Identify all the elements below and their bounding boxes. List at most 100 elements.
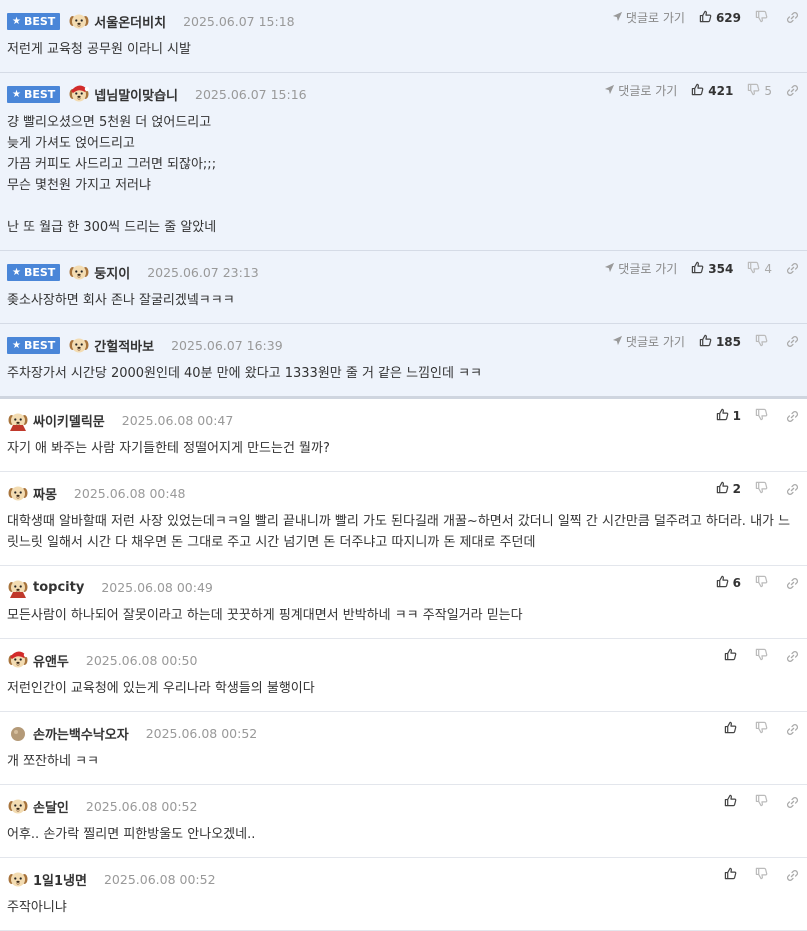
upvote-button[interactable]: 354 — [691, 261, 733, 277]
link-icon[interactable] — [786, 262, 799, 275]
santa-puppy-avatar[interactable] — [68, 83, 90, 105]
comment: 유앤두 2025.06.08 00:50 저런인간이 교육청에 있는게 우리나라 학… — [0, 639, 807, 712]
comment-text: 좆소사장하면 회사 존나 잘굴리겠넼ㅋㅋㅋ — [7, 293, 235, 308]
comment-date: 2025.06.08 00:47 — [121, 412, 234, 428]
comment: topcity 2025.06.08 00:49 6 모든사람이 하나되어 잘못이라고… — [0, 566, 807, 639]
comment-header: 유앤두 2025.06.08 00:50 — [7, 649, 799, 671]
upvote-button[interactable]: 629 — [699, 10, 741, 26]
upvote-button[interactable]: 421 — [691, 83, 733, 99]
comment: 짜몽 2025.06.08 00:48 2 대학생때 알바할때 저런 사장 있었는데ㅋ… — [0, 472, 807, 566]
upvote-button[interactable] — [724, 721, 741, 737]
comment-date: 2025.06.08 00:50 — [85, 652, 198, 668]
best-badge: ★ BEST — [7, 263, 61, 281]
comment-actions: 6 — [716, 575, 799, 591]
ball-avatar[interactable] — [7, 722, 29, 744]
best-badge-label: BEST — [23, 265, 56, 279]
upvote-button[interactable]: 1 — [716, 408, 741, 424]
downvote-button[interactable]: 5 — [747, 83, 772, 99]
santa-puppy-avatar[interactable] — [7, 649, 29, 671]
comment-date: 2025.06.08 00:48 — [73, 485, 186, 501]
comment-header: topcity 2025.06.08 00:49 — [7, 576, 799, 598]
comment-actions: 댓글로 가기 354 4 — [604, 260, 799, 277]
downvote-button[interactable]: 4 — [747, 261, 772, 277]
comment: 손까는백수낙오자 2025.06.08 00:52 개 쪼잔하네 ㅋㅋ — [0, 712, 807, 785]
link-icon[interactable] — [786, 577, 799, 590]
comment-text: 자기 애 봐주는 사람 자기들한테 정떨어지게 만드는건 뭘까? — [7, 441, 330, 456]
best-comment: ★ BEST 서울온더비치 2025.06.07 15:18 댓글로 가기 629 저런게 … — [0, 0, 807, 73]
hero-puppy-avatar[interactable] — [7, 409, 29, 431]
nickname[interactable]: 서울온더비치 — [94, 12, 166, 31]
nickname[interactable]: 짜몽 — [33, 484, 57, 503]
downvote-button[interactable] — [755, 481, 772, 497]
upvote-count: 2 — [732, 482, 741, 496]
go-to-comment-link[interactable]: 댓글로 가기 — [604, 260, 677, 277]
nickname[interactable]: 손달인 — [33, 797, 69, 816]
link-icon[interactable] — [786, 869, 799, 882]
comment-text: 주차장가서 시간당 2000원인데 40분 만에 왔다고 1333원만 줄 거 … — [7, 366, 483, 381]
puppy-avatar[interactable] — [7, 482, 29, 504]
comment-text: 대학생때 알바할때 저런 사장 있었는데ㅋㅋ일 빨리 끝내니까 빨리 가도 된다… — [7, 514, 791, 550]
comment-header: 손달인 2025.06.08 00:52 — [7, 795, 799, 817]
downvote-button[interactable] — [755, 10, 772, 26]
upvote-button[interactable] — [724, 794, 741, 810]
link-icon[interactable] — [786, 723, 799, 736]
comment-actions: 댓글로 가기 629 — [612, 9, 799, 26]
comment-date: 2025.06.07 15:16 — [195, 86, 307, 102]
upvote-count: 185 — [715, 334, 741, 349]
nickname[interactable]: 싸이키델릭문 — [33, 411, 105, 430]
thumbs-up-icon — [699, 10, 716, 26]
best-badge-label: BEST — [23, 14, 56, 28]
downvote-button[interactable] — [755, 408, 772, 424]
nickname[interactable]: 둥지이 — [94, 263, 130, 282]
downvote-button[interactable] — [755, 334, 772, 350]
upvote-button[interactable]: 6 — [716, 575, 741, 591]
thumbs-down-icon — [747, 261, 764, 277]
link-icon[interactable] — [786, 650, 799, 663]
link-icon[interactable] — [786, 335, 799, 348]
upvote-button[interactable]: 185 — [699, 334, 741, 350]
comment-actions: 댓글로 가기 421 5 — [604, 82, 799, 99]
downvote-count: 5 — [764, 83, 772, 98]
thumbs-up-icon — [724, 794, 741, 810]
go-to-comment-label: 댓글로 가기 — [618, 84, 678, 98]
go-to-comment-link[interactable]: 댓글로 가기 — [612, 9, 685, 26]
downvote-button[interactable] — [755, 648, 772, 664]
upvote-button[interactable]: 2 — [716, 481, 741, 497]
puppy-avatar[interactable] — [68, 10, 90, 32]
downvote-button[interactable] — [755, 794, 772, 810]
nickname[interactable]: 유앤두 — [33, 651, 69, 670]
downvote-button[interactable] — [755, 867, 772, 883]
best-badge: ★ BEST — [7, 336, 61, 354]
upvote-button[interactable] — [724, 867, 741, 883]
comment: 싸이키델릭문 2025.06.08 00:47 1 자기 애 봐주는 사람 자기들한테… — [0, 399, 807, 472]
link-icon[interactable] — [786, 483, 799, 496]
puppy-avatar[interactable] — [68, 261, 90, 283]
nickname[interactable]: 1일1냉면 — [33, 870, 87, 889]
hero-puppy-avatar[interactable] — [7, 576, 29, 598]
comment: 1일1냉면 2025.06.08 00:52 주작아니냐 — [0, 858, 807, 931]
thumbs-down-icon — [755, 334, 772, 350]
best-badge-label: BEST — [23, 338, 56, 352]
link-icon[interactable] — [786, 796, 799, 809]
nickname[interactable]: 손까는백수낙오자 — [33, 724, 129, 743]
downvote-button[interactable] — [755, 575, 772, 591]
nickname[interactable]: topcity — [33, 580, 84, 595]
puppy-avatar[interactable] — [7, 795, 29, 817]
nickname[interactable]: 간헐적바보 — [94, 336, 154, 355]
thumbs-up-icon — [716, 481, 733, 497]
go-to-comment-link[interactable]: 댓글로 가기 — [612, 333, 685, 350]
link-icon[interactable] — [786, 11, 799, 24]
link-icon[interactable] — [786, 410, 799, 423]
puppy-avatar[interactable] — [68, 334, 90, 356]
comment: 손달인 2025.06.08 00:52 어후.. 손가락 찔리면 피한방울도 안나… — [0, 785, 807, 858]
comment-text: 저런인간이 교육청에 있는게 우리나라 학생들의 불행이다 — [7, 681, 315, 696]
go-to-comment-label: 댓글로 가기 — [625, 11, 685, 25]
comment-text: 주작아니냐 — [7, 900, 67, 915]
link-icon[interactable] — [786, 84, 799, 97]
downvote-button[interactable] — [755, 721, 772, 737]
nickname[interactable]: 넵님말이맞습니 — [94, 85, 178, 104]
puppy-avatar[interactable] — [7, 868, 29, 890]
upvote-button[interactable] — [724, 648, 741, 664]
comment-actions — [724, 721, 799, 737]
go-to-comment-link[interactable]: 댓글로 가기 — [604, 82, 677, 99]
